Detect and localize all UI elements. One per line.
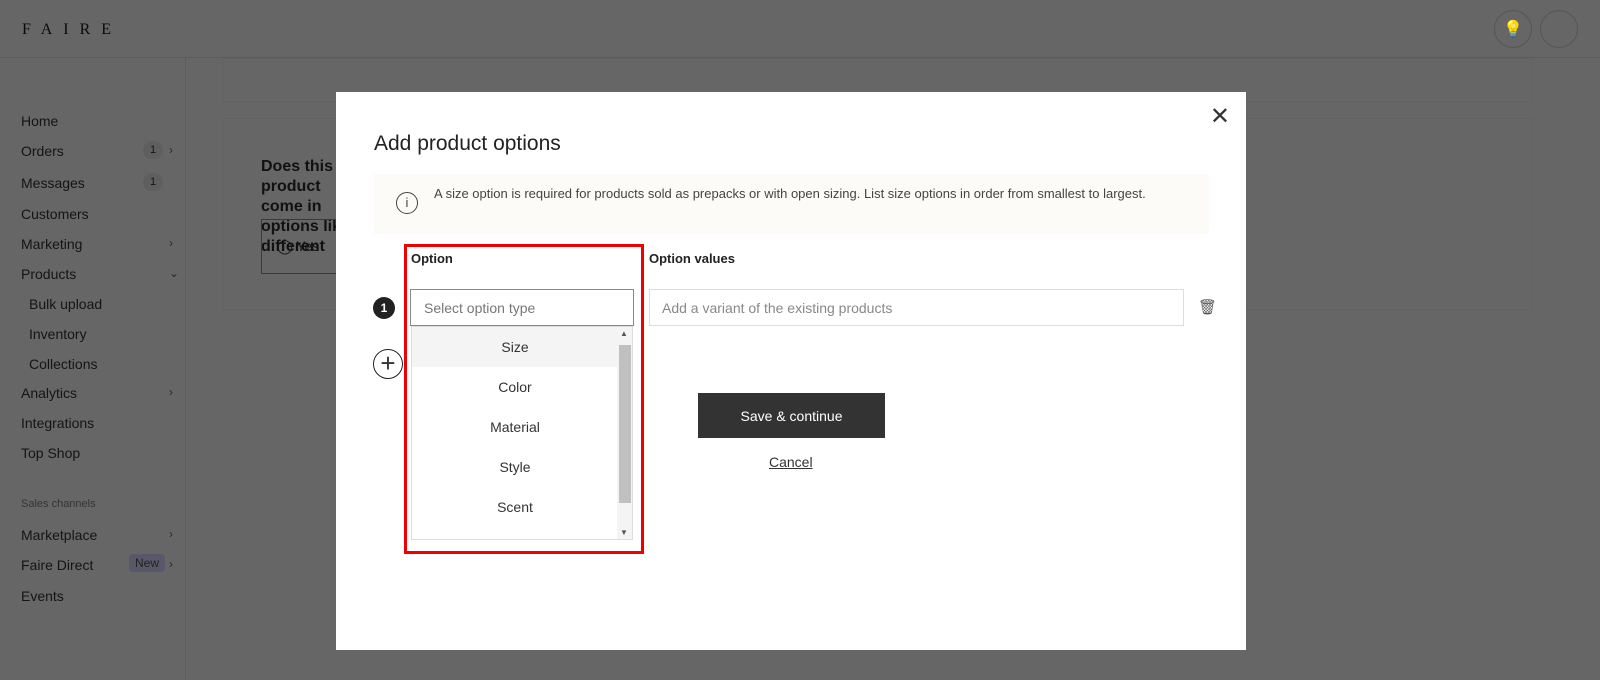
chevron-right-icon: ›: [169, 143, 173, 157]
add-product-options-modal: ✕ Add product options i A size option is …: [336, 92, 1246, 650]
account-button[interactable]: [1540, 10, 1578, 48]
add-option-plus-icon[interactable]: +: [373, 349, 403, 379]
trash-icon[interactable]: 🗑: [1198, 298, 1217, 316]
row-number: 1: [373, 297, 395, 319]
sidebar-item-collections[interactable]: Collections: [29, 356, 189, 372]
option-material[interactable]: Material: [412, 407, 618, 447]
option-scent[interactable]: Scent: [412, 487, 618, 527]
count-badge: 1: [143, 141, 163, 159]
sidebar-item-analytics[interactable]: Analytics ›: [21, 385, 181, 401]
label: Faire Direct: [21, 557, 94, 573]
label: Yes: [296, 238, 320, 254]
label: Home: [21, 113, 59, 129]
chevron-right-icon: ›: [169, 527, 173, 541]
dropdown-scrollbar[interactable]: ▲ ▼: [617, 327, 632, 539]
option-label: Option: [411, 251, 453, 266]
info-icon: i: [396, 192, 418, 214]
modal-title: Add product options: [374, 132, 561, 155]
sidebar-item-integrations[interactable]: Integrations: [21, 415, 181, 431]
option-type-select[interactable]: Select option type: [410, 289, 634, 326]
cancel-link[interactable]: Cancel: [769, 454, 813, 470]
sidebar-item-messages[interactable]: Messages 1: [21, 173, 181, 191]
sidebar-item-bulk-upload[interactable]: Bulk upload: [29, 296, 189, 312]
option-color[interactable]: Color: [412, 367, 618, 407]
label: Integrations: [21, 415, 95, 431]
chevron-right-icon: ›: [169, 236, 173, 250]
option-values-input[interactable]: Add a variant of the existing products: [649, 289, 1184, 326]
chevron-right-icon: ›: [169, 385, 173, 399]
label: Orders: [21, 143, 64, 159]
label: Events: [21, 588, 64, 604]
chevron-down-icon: ⌄: [169, 266, 180, 280]
scroll-up-icon[interactable]: ▲: [620, 329, 628, 338]
label: Marketplace: [21, 527, 98, 543]
sidebar-item-orders[interactable]: Orders 1 ›: [21, 141, 181, 159]
lightbulb-icon[interactable]: 💡: [1494, 10, 1532, 48]
sidebar-item-faire-direct[interactable]: Faire Direct New ›: [21, 554, 181, 573]
count-badge: 1: [143, 173, 163, 191]
close-icon[interactable]: ✕: [1210, 102, 1230, 131]
sidebar: Home Orders 1 › Messages 1 Customers Market…: [0, 58, 186, 680]
option-style[interactable]: Style: [412, 447, 618, 487]
sidebar-item-marketplace[interactable]: Marketplace ›: [21, 527, 181, 543]
info-banner: i A size option is required for products …: [374, 174, 1209, 234]
sidebar-item-inventory[interactable]: Inventory: [29, 326, 189, 342]
label: Inventory: [29, 326, 87, 342]
sidebar-item-marketing[interactable]: Marketing ›: [21, 236, 181, 252]
label: Analytics: [21, 385, 78, 401]
sidebar-item-top-shop[interactable]: Top Shop: [21, 445, 181, 461]
sidebar-item-home[interactable]: Home: [21, 113, 181, 129]
save-continue-button[interactable]: Save & continue: [698, 393, 885, 438]
new-badge: New: [129, 554, 166, 572]
label: Collections: [29, 356, 98, 372]
scrollbar-thumb[interactable]: [619, 345, 631, 503]
option-size[interactable]: Size: [412, 327, 618, 367]
top-header: FAIRE 💡: [0, 0, 1600, 58]
section-label: Sales channels: [21, 498, 96, 510]
option-values-label: Option values: [649, 251, 735, 266]
chevron-right-icon: ›: [169, 557, 173, 571]
sidebar-item-events[interactable]: Events: [21, 588, 181, 604]
sidebar-item-products[interactable]: Products ⌄: [21, 266, 181, 282]
label: Messages: [21, 175, 85, 191]
faire-logo[interactable]: FAIRE: [22, 21, 122, 39]
sidebar-item-customers[interactable]: Customers: [21, 206, 181, 222]
label: Top Shop: [21, 445, 81, 461]
scroll-down-icon[interactable]: ▼: [620, 528, 628, 537]
label: Customers: [21, 206, 89, 222]
info-text: A size option is required for products s…: [434, 186, 1146, 201]
label: Bulk upload: [29, 296, 103, 312]
option-type-dropdown: Size Color Material Style Scent ▲ ▼: [411, 326, 633, 540]
label: Products: [21, 266, 77, 282]
label: Marketing: [21, 236, 83, 252]
